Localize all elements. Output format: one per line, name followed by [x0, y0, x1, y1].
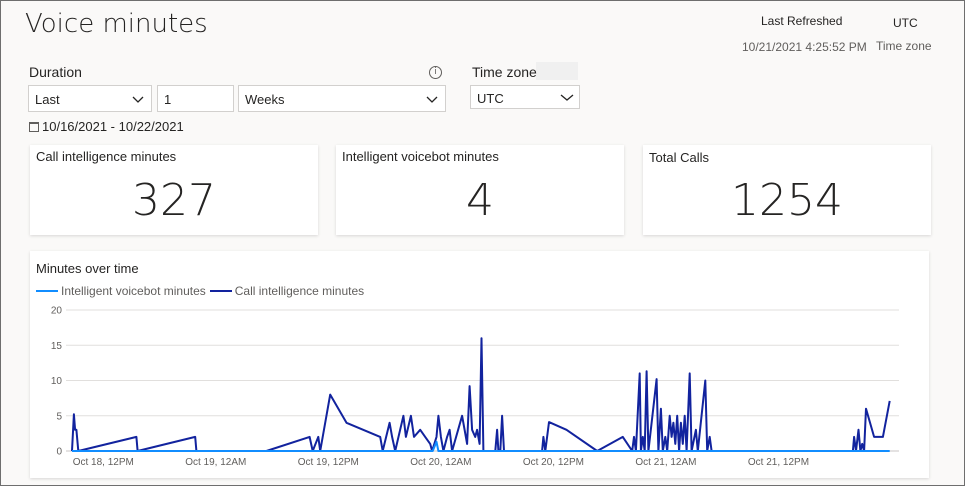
timezone-label-highlight [536, 62, 578, 80]
period-unit-value: Weeks [245, 92, 285, 107]
info-icon[interactable]: i [429, 66, 442, 79]
last-refreshed-value: 10/21/2021 4:25:52 PM [742, 40, 867, 54]
series-line-voicebot [72, 440, 890, 452]
y-tick-label: 0 [56, 447, 62, 458]
kpi-value: 4 [466, 175, 494, 226]
y-tick-label: 5 [56, 411, 62, 422]
calendar-icon [29, 121, 39, 132]
period-count-value: 1 [164, 92, 172, 107]
timezone-dropdown[interactable]: UTC [470, 85, 580, 109]
y-tick-label: 20 [51, 306, 63, 317]
x-tick-label: Oct 21, 12AM [635, 457, 696, 468]
chart-plot: 0 5 10 15 20 Oct 18, 12PM Oct 19, 12AM Oct 19, … [51, 306, 899, 468]
y-tick-label: 15 [51, 341, 63, 352]
period-count-input[interactable]: 1 [157, 85, 234, 112]
kpi-label: Intelligent voicebot minutes [342, 149, 499, 164]
date-range: 10/16/2021 - 10/22/2021 [29, 119, 184, 134]
minutes-over-time-chart: Minutes over time Intelligent voicebot m… [30, 251, 929, 478]
series-line-call-intelligence [71, 337, 891, 452]
kpi-card-total-calls: Total Calls 1254 [643, 145, 931, 235]
timezone-value: UTC [893, 16, 918, 30]
kpi-value: 1254 [731, 175, 843, 226]
page-title: Voice minutes [25, 9, 208, 39]
x-tick-label: Oct 19, 12PM [298, 457, 359, 468]
period-mode-dropdown[interactable]: Last [28, 85, 152, 112]
chevron-down-icon [560, 94, 574, 101]
app-frame: Voice minutes Last Refreshed 10/21/2021 … [0, 0, 965, 486]
x-tick-label: Oct 20, 12AM [410, 457, 471, 468]
kpi-value: 327 [132, 175, 216, 226]
x-tick-label: Oct 18, 12PM [73, 457, 134, 468]
x-tick-label: Oct 20, 12PM [523, 457, 584, 468]
y-tick-label: 10 [51, 376, 63, 387]
chevron-down-icon [426, 96, 438, 103]
duration-label: Duration [29, 64, 82, 80]
timezone-caption: Time zone [876, 39, 932, 53]
period-unit-dropdown[interactable]: Weeks [238, 85, 446, 112]
kpi-card-voicebot: Intelligent voicebot minutes 4 [336, 145, 624, 235]
x-tick-label: Oct 19, 12AM [185, 457, 246, 468]
date-range-text: 10/16/2021 - 10/22/2021 [42, 119, 184, 134]
x-tick-label: Oct 21, 12PM [748, 457, 809, 468]
chevron-down-icon [132, 96, 144, 103]
kpi-label: Total Calls [649, 150, 709, 165]
last-refreshed-label: Last Refreshed [761, 14, 843, 28]
period-mode-value: Last [35, 92, 60, 107]
timezone-label: Time zone [472, 64, 537, 80]
timezone-selected-value: UTC [477, 91, 504, 106]
kpi-card-call-intelligence: Call intelligence minutes 327 [30, 145, 318, 235]
kpi-label: Call intelligence minutes [36, 149, 177, 164]
